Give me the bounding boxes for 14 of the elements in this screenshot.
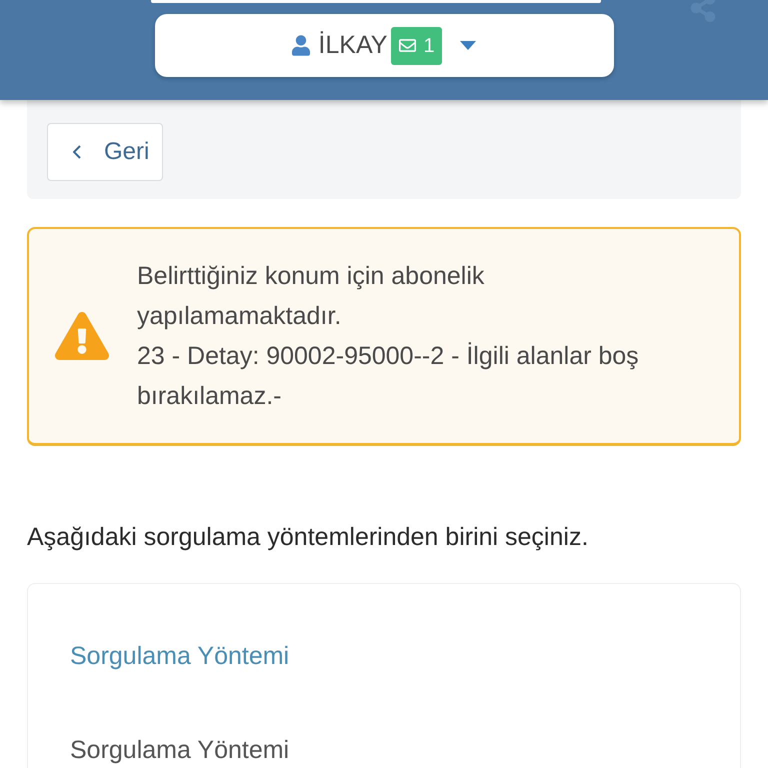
- card-title: Sorgulama Yöntemi: [70, 641, 290, 671]
- warning-icon: [55, 312, 109, 360]
- envelope-icon: [398, 37, 418, 54]
- instruction-text: Aşağıdaki sorgulama yöntemlerinden birini seçiniz.: [27, 522, 590, 553]
- back-button[interactable]: Geri: [47, 123, 163, 181]
- message-count: 1: [423, 34, 435, 58]
- caret-down-icon: [460, 41, 476, 50]
- chevron-left-icon: [73, 145, 81, 159]
- alert-message: Belirttiğiniz konum için abonelik yapılamamaktadır.: [137, 261, 486, 332]
- field-label: Sorgulama Yöntemi: [70, 737, 290, 763]
- user-icon: [292, 35, 310, 56]
- alert-message: 23 - Detay: 90002-95000--2 - İlgili alanlar boş bırakılamaz.-: [137, 341, 640, 412]
- input-field[interactable]: [151, 0, 601, 3]
- user-menu-button[interactable]: İLKAY 1: [154, 14, 614, 77]
